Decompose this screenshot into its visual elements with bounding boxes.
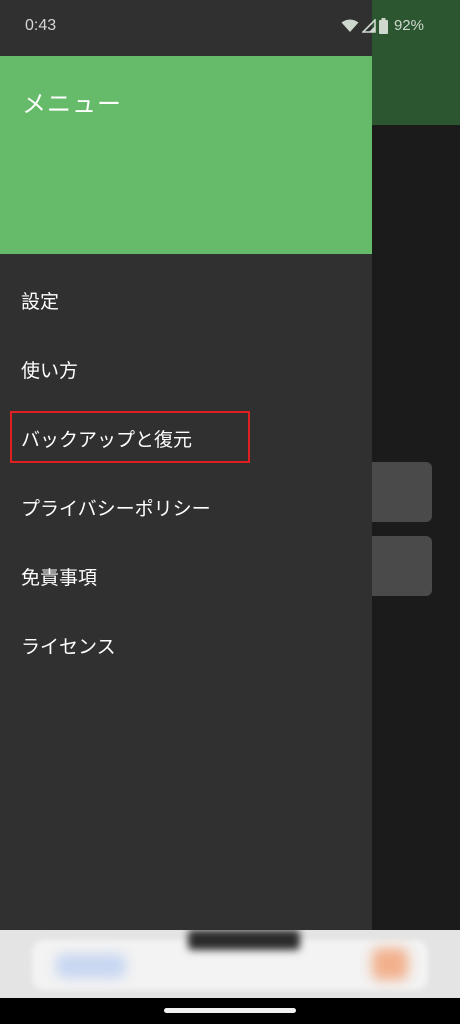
menu-item-license[interactable]: ライセンス: [0, 611, 372, 680]
battery-icon: [378, 17, 388, 34]
status-time: 0:43: [25, 17, 57, 34]
ad-banner[interactable]: [0, 930, 460, 998]
menu-item-how-to-use[interactable]: 使い方: [0, 335, 372, 404]
wifi-icon: [341, 19, 359, 33]
status-icons: 92%: [341, 17, 424, 34]
navigation-drawer: メニュー 設定 使い方 バックアップと復元 プライバシーポリシー 免責事項 ライ…: [0, 0, 372, 930]
drawer-menu: 設定 使い方 バックアップと復元 プライバシーポリシー 免責事項 ライセンス: [0, 266, 372, 680]
status-bar: 0:43 92%: [0, 0, 460, 56]
menu-item-privacy-policy[interactable]: プライバシーポリシー: [0, 473, 372, 542]
menu-item-settings[interactable]: 設定: [0, 266, 372, 335]
cell-signal-icon: [361, 18, 376, 33]
drawer-header: メニュー: [0, 56, 372, 254]
ad-logo: [56, 954, 126, 978]
system-navigation-bar: [0, 998, 460, 1024]
home-gesture-handle[interactable]: [164, 1008, 296, 1013]
menu-item-backup-restore[interactable]: バックアップと復元: [0, 404, 372, 473]
ad-icon: [372, 948, 408, 980]
drawer-title: メニュー: [22, 90, 122, 118]
battery-percent: 92%: [393, 17, 424, 34]
menu-item-disclaimer[interactable]: 免責事項: [0, 542, 372, 611]
ad-image-strip: [188, 930, 300, 950]
